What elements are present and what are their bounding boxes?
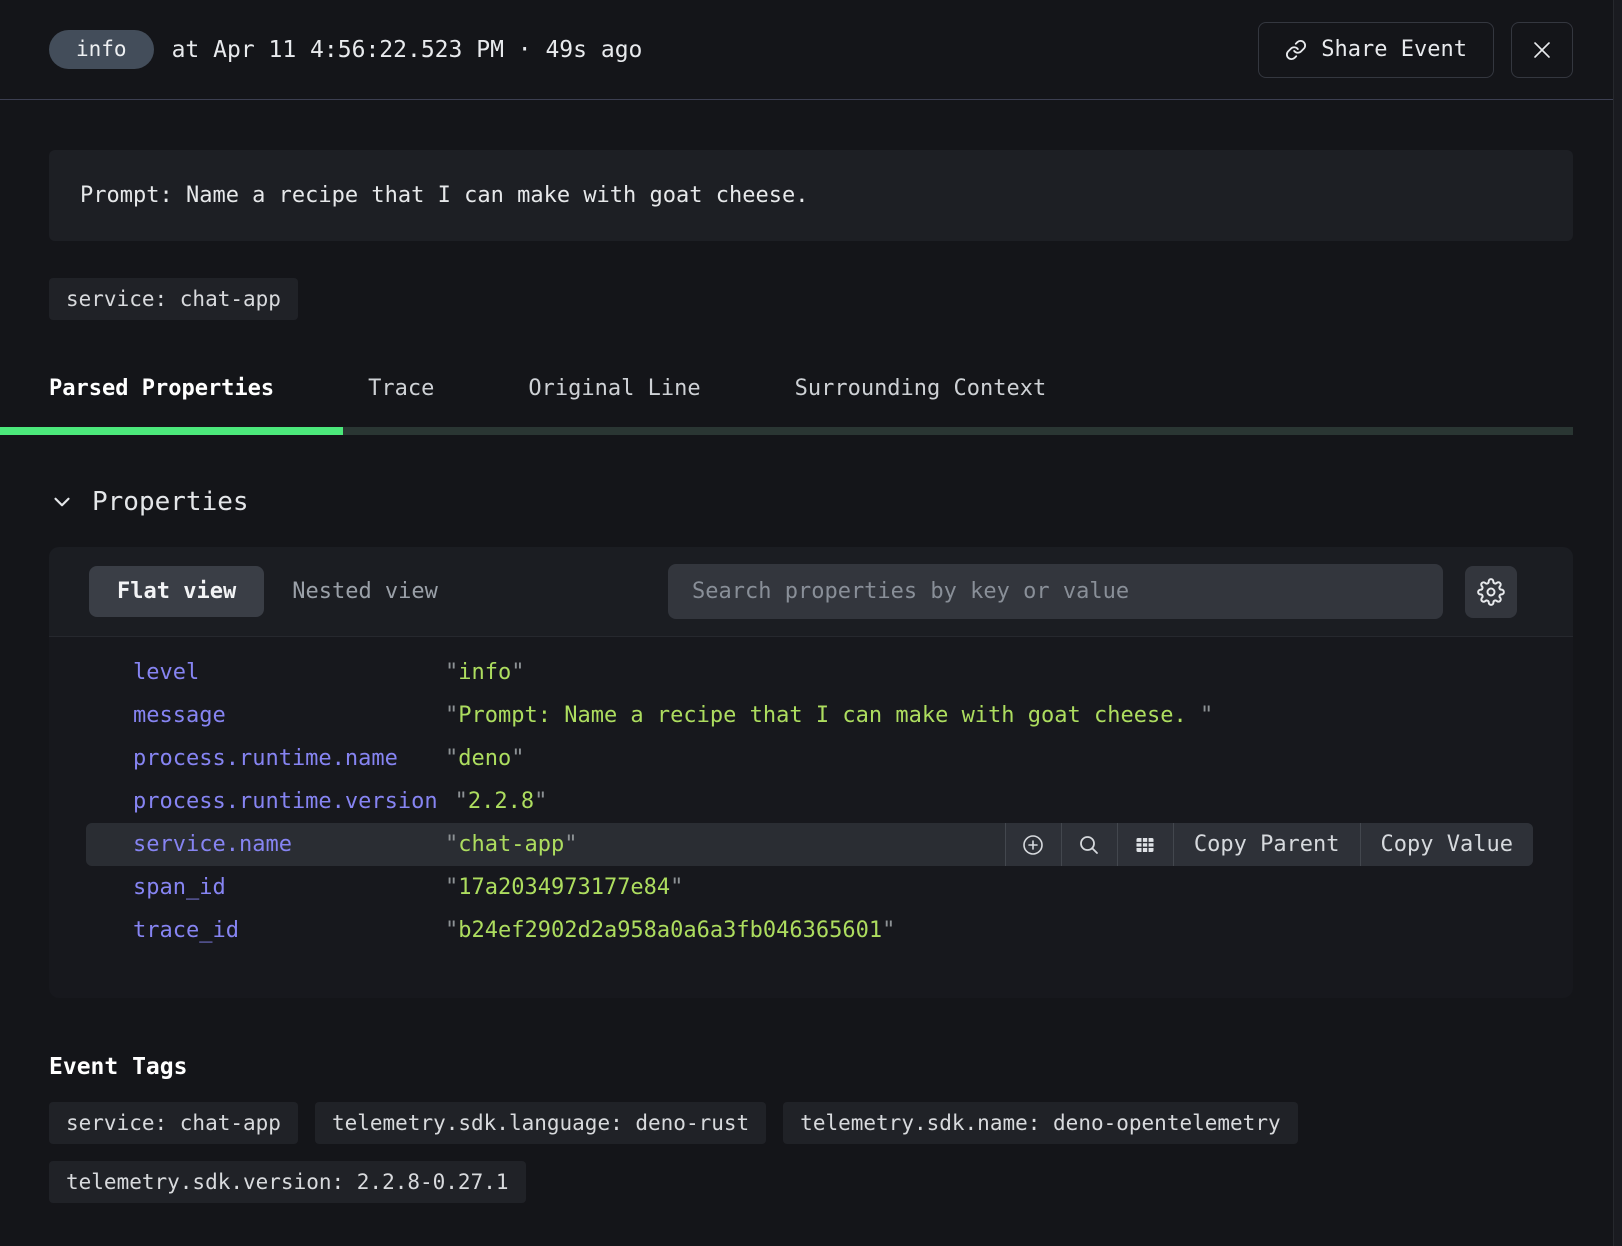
close-button[interactable] xyxy=(1511,22,1573,78)
tab-parsed-properties[interactable]: Parsed Properties xyxy=(49,376,274,401)
property-value: deno xyxy=(445,746,1516,771)
table-row-highlighted[interactable]: service.name chat-app xyxy=(86,823,1533,866)
search-icon xyxy=(1077,833,1101,857)
table-icon xyxy=(1133,833,1157,857)
tab-trace[interactable]: Trace xyxy=(368,376,434,401)
table-view-button[interactable] xyxy=(1117,823,1173,866)
nested-view-button[interactable]: Nested view xyxy=(264,566,466,617)
row-actions: Copy Parent Copy Value xyxy=(1005,823,1533,866)
close-icon xyxy=(1530,38,1554,62)
settings-button[interactable] xyxy=(1465,566,1517,618)
event-tag[interactable]: telemetry.sdk.name: deno-opentelemetry xyxy=(783,1102,1297,1144)
event-header: info at Apr 11 4:56:22.523 PM · 49s ago … xyxy=(0,0,1622,100)
event-tags-title: Event Tags xyxy=(49,1054,1573,1080)
event-timestamp: at Apr 11 4:56:22.523 PM · 49s ago xyxy=(172,37,643,63)
property-key: message xyxy=(133,703,428,728)
properties-title: Properties xyxy=(92,487,249,517)
property-key: trace_id xyxy=(133,918,428,943)
property-value: 2.2.8 xyxy=(455,789,1516,814)
event-tag[interactable]: service: chat-app xyxy=(49,1102,298,1144)
service-tag[interactable]: service: chat-app xyxy=(49,278,298,320)
search-input[interactable] xyxy=(668,564,1443,619)
property-value: Prompt: Name a recipe that I can make wi… xyxy=(445,703,1516,728)
event-tag[interactable]: telemetry.sdk.language: deno-rust xyxy=(315,1102,766,1144)
property-value: chat-app xyxy=(445,832,988,857)
property-value: info xyxy=(445,660,1516,685)
flat-view-button[interactable]: Flat view xyxy=(89,566,264,617)
event-tags-section: Event Tags service: chat-app telemetry.s… xyxy=(49,1054,1573,1203)
share-event-button[interactable]: Share Event xyxy=(1258,22,1494,78)
event-tag[interactable]: telemetry.sdk.version: 2.2.8-0.27.1 xyxy=(49,1161,526,1203)
property-key: span_id xyxy=(133,875,428,900)
properties-table: level info message Prompt: Name a recipe… xyxy=(49,637,1573,998)
properties-section-header[interactable]: Properties xyxy=(49,487,1573,517)
table-row[interactable]: message Prompt: Name a recipe that I can… xyxy=(86,694,1533,737)
copy-value-button[interactable]: Copy Value xyxy=(1360,823,1533,866)
level-badge: info xyxy=(49,30,154,69)
event-tags-list: service: chat-app telemetry.sdk.language… xyxy=(49,1102,1479,1203)
message-preview: Prompt: Name a recipe that I can make wi… xyxy=(49,150,1573,241)
tab-surrounding-context[interactable]: Surrounding Context xyxy=(795,376,1047,401)
property-key: process.runtime.name xyxy=(133,746,428,771)
property-value: b24ef2902d2a958a0a6a3fb046365601 xyxy=(445,918,1516,943)
table-row[interactable]: process.runtime.version 2.2.8 xyxy=(86,780,1533,823)
properties-card: Flat view Nested view level info xyxy=(49,547,1573,998)
property-key: service.name xyxy=(133,832,428,857)
share-event-label: Share Event xyxy=(1321,37,1467,62)
table-row[interactable]: trace_id b24ef2902d2a958a0a6a3fb04636560… xyxy=(86,909,1533,952)
chevron-down-icon xyxy=(49,489,75,515)
property-value: 17a2034973177e84 xyxy=(445,875,1516,900)
properties-toolbar: Flat view Nested view xyxy=(49,547,1573,637)
property-key: level xyxy=(133,660,428,685)
detail-tabs: Parsed Properties Trace Original Line Su… xyxy=(0,362,1573,435)
tab-active-indicator xyxy=(0,427,343,435)
property-key: process.runtime.version xyxy=(133,789,438,814)
add-filter-button[interactable] xyxy=(1005,823,1061,866)
link-icon xyxy=(1285,39,1307,61)
circle-plus-icon xyxy=(1021,833,1045,857)
copy-parent-button[interactable]: Copy Parent xyxy=(1173,823,1360,866)
tab-original-line[interactable]: Original Line xyxy=(528,376,700,401)
scrollbar-track[interactable] xyxy=(1613,0,1622,1246)
table-row[interactable]: span_id 17a2034973177e84 xyxy=(86,866,1533,909)
search-value-button[interactable] xyxy=(1061,823,1117,866)
gear-icon xyxy=(1477,578,1505,606)
table-row[interactable]: process.runtime.name deno xyxy=(86,737,1533,780)
table-row[interactable]: level info xyxy=(86,651,1533,694)
event-detail-panel: info at Apr 11 4:56:22.523 PM · 49s ago … xyxy=(0,0,1622,1246)
